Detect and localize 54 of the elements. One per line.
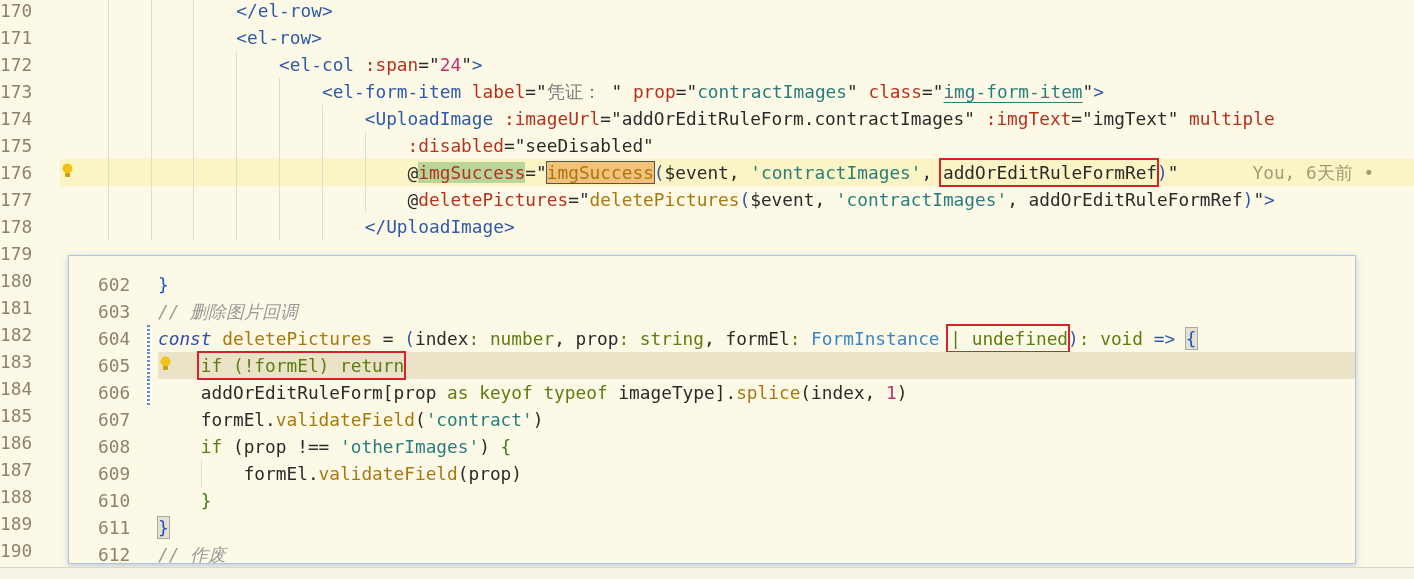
line-number: 186 — [0, 431, 34, 455]
line-number: 176 — [0, 161, 34, 185]
line-number: 608 — [98, 435, 132, 459]
line-number: 177 — [0, 188, 34, 212]
code-line: @deletePictures="deletePictures($event, 'contractImages', addOrEditRuleFormRef)"> — [407, 188, 1275, 212]
line-number: 173 — [0, 80, 34, 104]
code-line: if (!formEl) return — [200, 354, 405, 378]
line-number: 609 — [98, 462, 132, 486]
line-number: 180 — [0, 269, 34, 293]
code-line: addOrEditRuleForm[prop as keyof typeof imageType].splice(index, 1) — [200, 381, 908, 405]
blame-annotation: You, 6天前 • — [1252, 161, 1375, 185]
code-line: <el-row> — [236, 26, 322, 50]
code-line: </UploadImage> — [364, 215, 515, 239]
code-line: // 作废 — [158, 543, 227, 563]
line-number: 611 — [98, 516, 132, 540]
line-number: 190 — [0, 539, 34, 563]
code-line: <el-form-item label="凭证： " prop="contractImages" class="img-form-item"> — [321, 80, 1104, 104]
line-number: 181 — [0, 296, 34, 320]
line-number: 178 — [0, 215, 34, 239]
code-line: // 删除图片回调 — [158, 300, 299, 324]
line-number: 175 — [0, 134, 34, 158]
line-number: 602 — [98, 273, 132, 297]
line-number: 171 — [0, 26, 34, 50]
code-line: if (prop !== 'otherImages') { — [200, 435, 512, 459]
line-number: 603 — [98, 300, 132, 324]
code-line: formEl.validateField(prop) — [243, 462, 522, 486]
line-number: 174 — [0, 107, 34, 131]
line-number: 187 — [0, 458, 34, 482]
line-number: 606 — [98, 381, 132, 405]
lightbulb-icon[interactable] — [160, 356, 171, 371]
line-number: 179 — [0, 242, 34, 266]
code-line: <el-col :span="24"> — [279, 53, 483, 77]
line-number: 172 — [0, 53, 34, 77]
line-number: 607 — [98, 408, 132, 432]
code-line: :disabled="seeDisabled" — [407, 134, 654, 158]
lightbulb-icon[interactable] — [62, 163, 73, 178]
code-line: <UploadImage :imageUrl="addOrEditRuleForm.contractImages" :imgText="imgText" multiple — [364, 107, 1275, 131]
code-line: } — [200, 489, 212, 513]
line-number: 185 — [0, 404, 34, 428]
line-number: 183 — [0, 350, 34, 374]
code-line: formEl.validateField('contract') — [200, 408, 544, 432]
code-line: } — [158, 273, 169, 297]
line-number: 182 — [0, 323, 34, 347]
line-number: 604 — [98, 327, 132, 351]
line-number: 184 — [0, 377, 34, 401]
code-line: const deletePictures = (index: number, prop: string, formEl: FormInstance | undefined): void => { — [158, 327, 1197, 351]
line-number: 612 — [98, 543, 132, 563]
code-line: @imgSuccess="imgSuccess($event, 'contractImages', addOrEditRuleFormRef)" — [407, 161, 1179, 185]
line-number: 605 — [98, 354, 132, 378]
line-number: 189 — [0, 512, 34, 536]
line-number: 188 — [0, 485, 34, 509]
line-number: 170 — [0, 0, 34, 23]
line-number: 610 — [98, 489, 132, 513]
code-line: </el-row> — [236, 0, 333, 23]
